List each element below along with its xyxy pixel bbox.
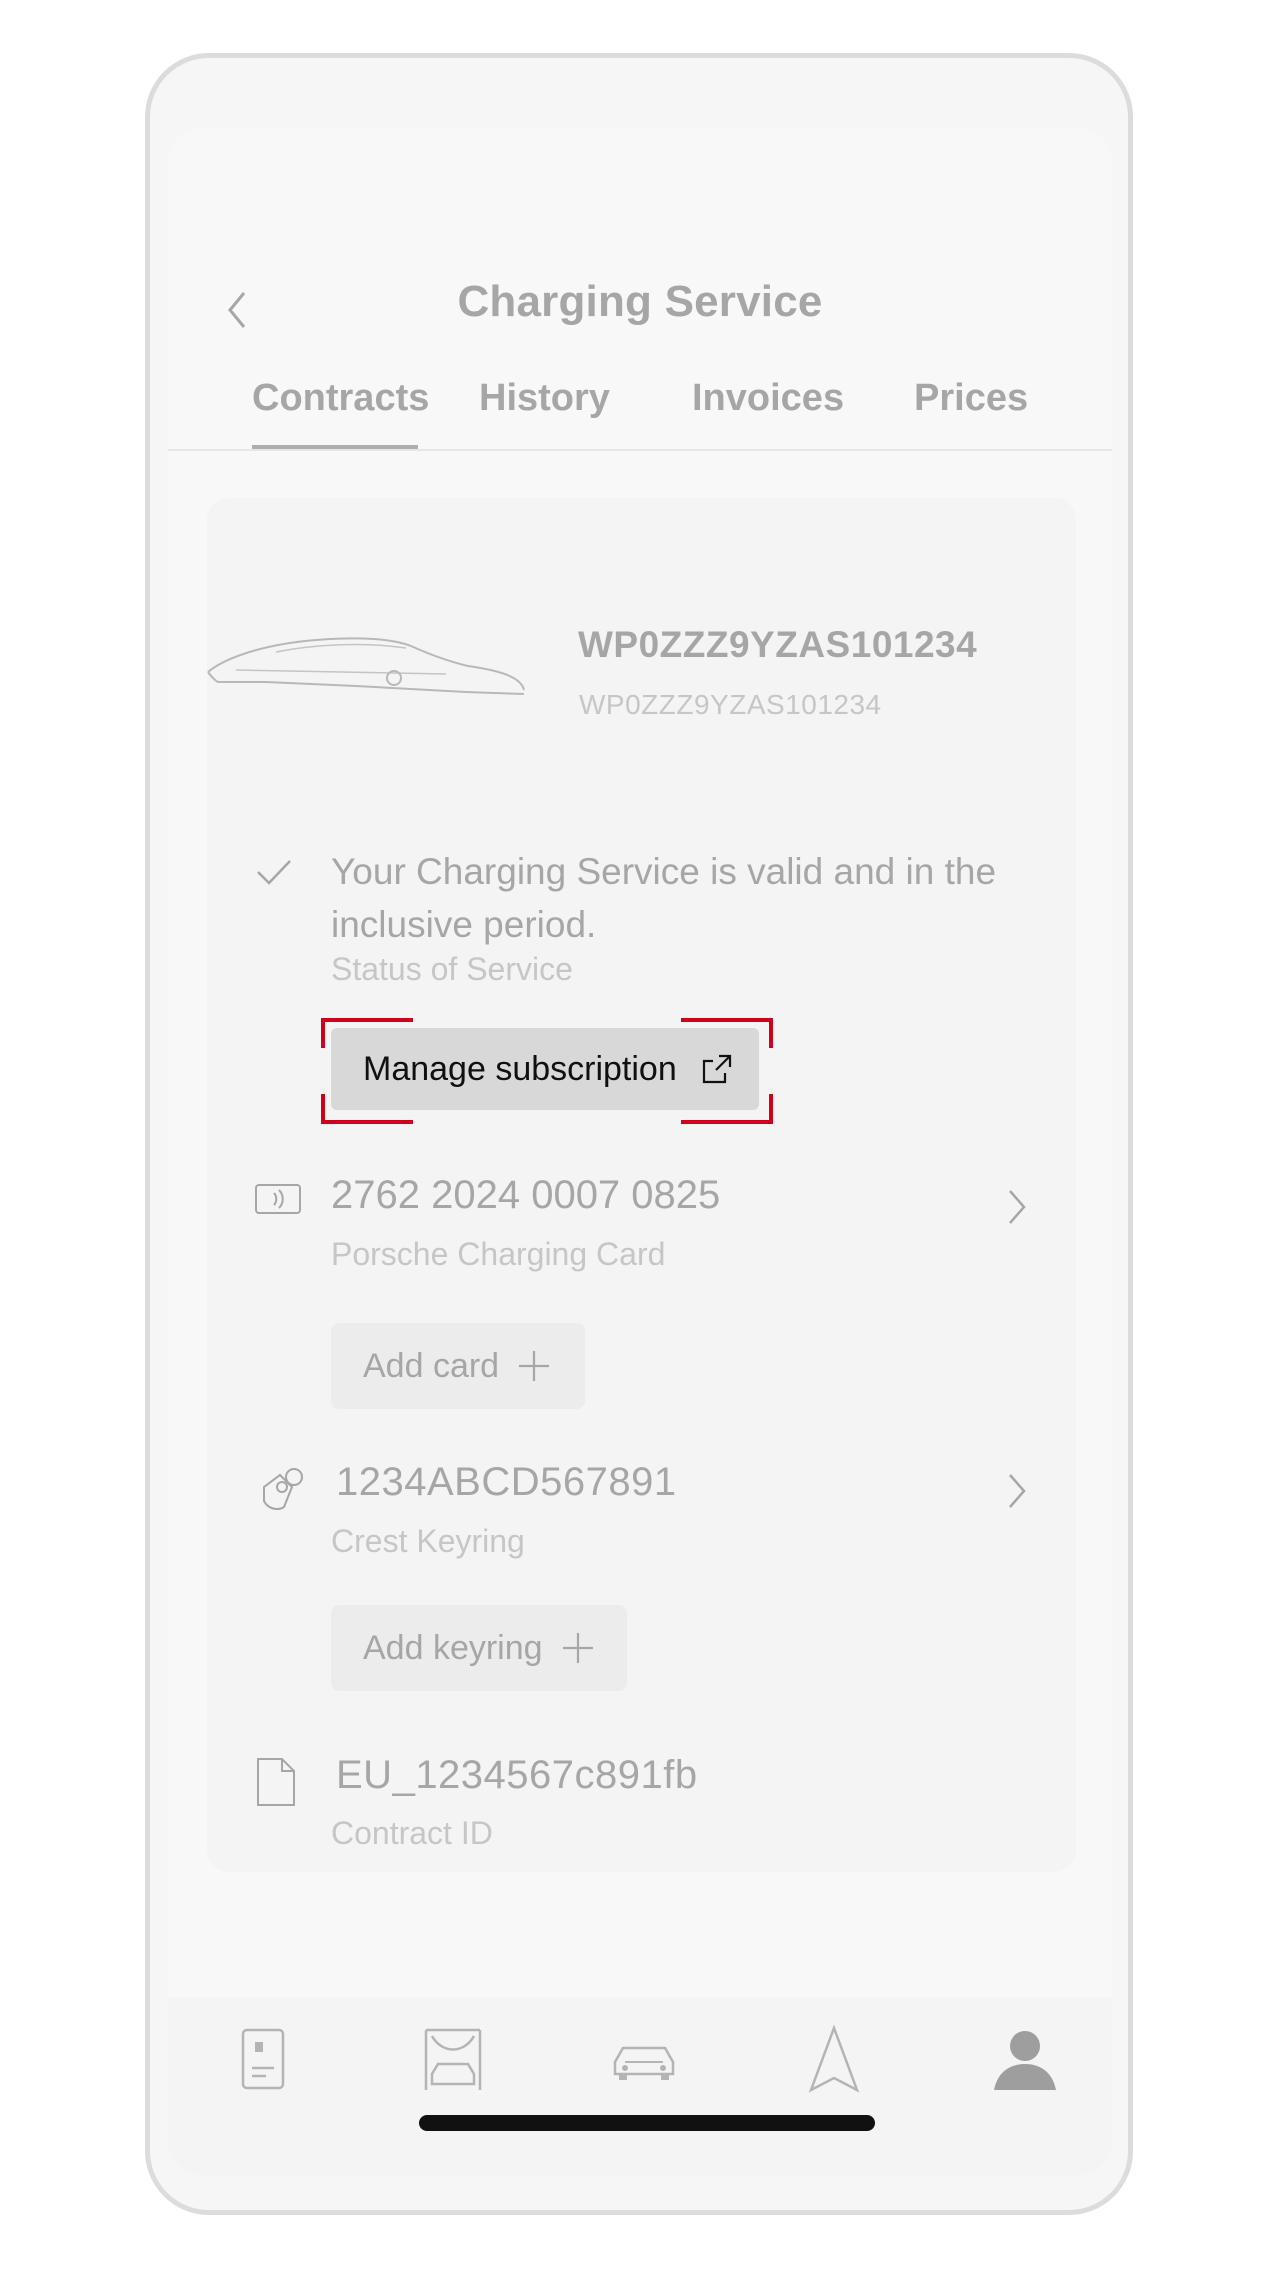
highlight-corner-bottom-right <box>681 1094 773 1124</box>
phone-icon[interactable] <box>228 2024 298 2094</box>
chevron-right-icon[interactable] <box>1006 1471 1028 1511</box>
contract-id-value: EU_1234567c891fb <box>336 1753 698 1797</box>
navigation-icon[interactable] <box>799 2024 869 2094</box>
add-card-button[interactable]: Add card <box>331 1323 585 1409</box>
keyring-label: Crest Keyring <box>331 1523 525 1559</box>
document-icon <box>257 1758 295 1806</box>
page-title: Charging Service <box>457 277 823 326</box>
highlight-corner-top-right <box>681 1018 773 1048</box>
keyring-number: 1234ABCD567891 <box>336 1460 677 1504</box>
tab-history[interactable]: History <box>479 377 610 420</box>
tab-bar: Contracts History Invoices Prices <box>168 377 1112 447</box>
add-keyring-button[interactable]: Add keyring <box>331 1605 627 1691</box>
charging-card-label: Porsche Charging Card <box>331 1236 666 1272</box>
highlight-corner-top-left <box>321 1018 413 1048</box>
header-divider <box>168 449 1112 451</box>
add-keyring-label: Add keyring <box>363 1628 543 1667</box>
car-icon[interactable] <box>609 2024 679 2094</box>
plus-icon <box>519 1351 550 1381</box>
vin-secondary: WP0ZZZ9YZAS101234 <box>579 689 882 720</box>
plus-icon <box>562 1633 593 1663</box>
charging-card-number: 2762 2024 0007 0825 <box>331 1173 721 1217</box>
external-link-icon <box>702 1054 731 1084</box>
contract-id-label: Contract ID <box>331 1815 493 1851</box>
tab-contracts[interactable]: Contracts <box>252 377 429 420</box>
home-indicator <box>419 2115 875 2131</box>
car-silhouette-icon <box>207 637 525 695</box>
charging-card-icon <box>255 1184 301 1214</box>
add-card-label: Add card <box>363 1346 500 1385</box>
service-status-text: Your Charging Service is valid and in th… <box>331 851 997 945</box>
keyring-icon <box>263 1468 303 1510</box>
charging-station-icon[interactable] <box>418 2024 488 2094</box>
check-icon <box>257 860 291 885</box>
chevron-right-icon[interactable] <box>1006 1187 1028 1227</box>
tab-invoices[interactable]: Invoices <box>692 377 844 420</box>
manage-subscription-label: Manage subscription <box>363 1049 677 1088</box>
tab-prices[interactable]: Prices <box>914 377 1028 420</box>
service-status-label: Status of Service <box>331 951 573 987</box>
highlight-corner-bottom-left <box>321 1094 413 1124</box>
app-screen: Charging Service Contracts History Invoi… <box>168 127 1112 2175</box>
vin-primary: WP0ZZZ9YZAS101234 <box>578 624 978 665</box>
profile-icon[interactable] <box>990 2024 1060 2094</box>
